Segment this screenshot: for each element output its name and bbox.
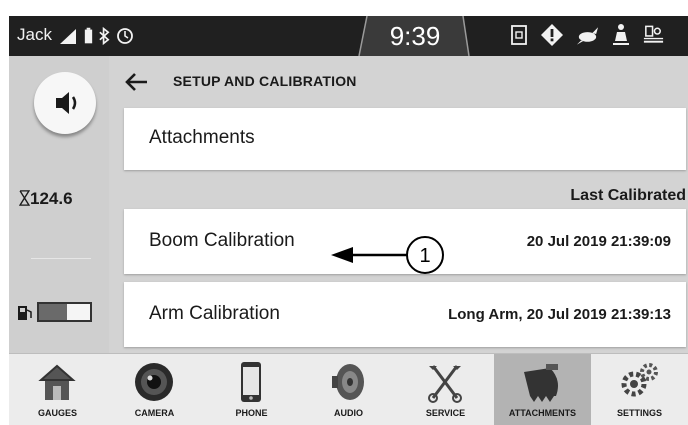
arm-calibration-item[interactable]: Arm Calibration Long Arm, 20 Jul 2019 21… — [124, 282, 686, 347]
battery-icon — [84, 27, 93, 44]
arm-calibration-label: Arm Calibration — [149, 303, 280, 324]
callout-number: 1 — [419, 245, 430, 267]
nav-settings[interactable]: SETTINGS — [591, 354, 688, 425]
boom-calibration-label: Boom Calibration — [149, 230, 295, 251]
nav-camera[interactable]: CAMERA — [106, 354, 203, 425]
phone-icon — [241, 362, 261, 402]
bottom-nav: GAUGES CAMERA PHONE AUDIO SERVICE ATTACH… — [9, 353, 688, 425]
camera-lens-icon — [135, 363, 173, 401]
bucket-icon — [524, 364, 558, 402]
attachments-item[interactable]: Attachments — [124, 108, 686, 170]
hydraulic-lock-icon — [511, 25, 527, 45]
nav-phone-label: PHONE — [235, 408, 268, 418]
arm-calibration-date: Long Arm, 20 Jul 2019 21:39:13 — [448, 306, 671, 323]
boom-calibration-date: 20 Jul 2019 21:39:09 — [526, 233, 671, 250]
last-calibrated-header: Last Calibrated — [570, 187, 686, 204]
speaker-icon — [56, 92, 77, 114]
display-screen: Jack 9:39 124.6 SETUP AND CALIBRATION At… — [9, 16, 688, 425]
status-bar: Jack 9:39 — [9, 16, 688, 56]
house-icon — [38, 364, 76, 400]
hourglass-icon — [18, 190, 31, 206]
panel-divider — [31, 258, 91, 259]
fuel-level-fill — [39, 304, 68, 320]
nav-audio-label: AUDIO — [334, 408, 363, 418]
figure-frame: Jack 9:39 124.6 SETUP AND CALIBRATION At… — [0, 0, 688, 425]
page-title: SETUP AND CALIBRATION — [173, 73, 357, 89]
warning-icon — [541, 24, 563, 46]
fuel-gauge — [17, 302, 92, 322]
back-arrow-icon[interactable] — [123, 68, 151, 96]
left-panel: 124.6 — [9, 56, 109, 353]
attachments-label: Attachments — [149, 127, 255, 148]
nav-service-label: SERVICE — [425, 408, 466, 418]
fuel-pump-icon — [18, 306, 32, 320]
page-header: SETUP AND CALIBRATION — [109, 56, 688, 108]
engine-hours-value: 124.6 — [30, 189, 73, 208]
nav-attachments[interactable]: ATTACHMENTS — [494, 354, 591, 425]
callout-arrow: 1 — [331, 236, 444, 274]
nav-service[interactable]: SERVICE — [397, 354, 494, 425]
status-right-icons — [509, 23, 665, 47]
signal-icon — [60, 29, 76, 44]
wrenches-icon — [428, 365, 462, 403]
clock-icon — [117, 28, 133, 44]
rabbit-speed-icon — [576, 27, 599, 45]
nav-gauges-label: GAUGES — [37, 408, 77, 418]
operator-name: Jack — [17, 25, 52, 44]
volume-button[interactable] — [34, 72, 96, 134]
status-left-icons — [59, 24, 135, 48]
seat-operator-icon — [613, 24, 629, 45]
bluetooth-icon — [99, 26, 110, 46]
nav-gauges[interactable]: GAUGES — [9, 354, 106, 425]
fuel-level-bar — [37, 302, 92, 322]
engine-hours: 124.6 — [18, 189, 73, 209]
speaker-cone-icon — [332, 364, 364, 400]
clock-time: 9:39 — [389, 21, 441, 51]
nav-phone[interactable]: PHONE — [203, 354, 300, 425]
nav-audio[interactable]: AUDIO — [300, 354, 397, 425]
gears-icon — [621, 363, 658, 397]
lift-mode-icon — [643, 25, 664, 43]
nav-camera-label: CAMERA — [134, 408, 175, 418]
nav-settings-label: SETTINGS — [616, 408, 662, 418]
nav-attachments-label: ATTACHMENTS — [508, 408, 577, 418]
